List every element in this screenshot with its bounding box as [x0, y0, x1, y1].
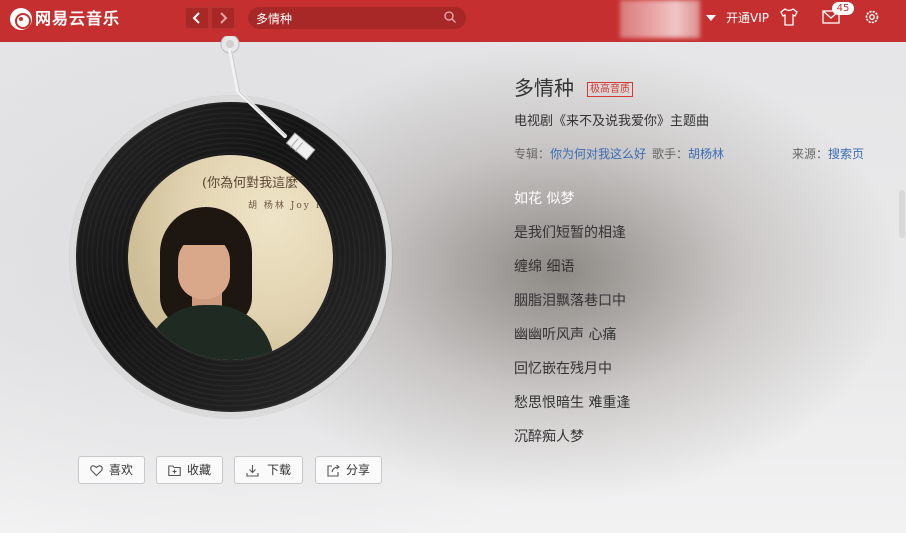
collect-label: 收藏 [187, 463, 212, 477]
like-label: 喜欢 [109, 463, 134, 477]
song-subtitle: 电视剧《来不及说我爱你》主题曲 [514, 114, 710, 129]
lyric-line-current: 如花 似梦 [514, 191, 575, 207]
cover-body [144, 305, 274, 360]
chevron-left-icon [192, 12, 200, 24]
download-icon [246, 465, 259, 477]
album-info: 专辑：你为何对我这么好 [514, 146, 646, 162]
netease-logo-icon[interactable] [10, 8, 32, 30]
download-label: 下载 [267, 463, 292, 477]
album-cover: (你為何對我這麼 胡 杨林 Joy Hu [128, 155, 333, 360]
download-button[interactable]: 下载 [234, 456, 303, 484]
cover-bangs [168, 215, 242, 245]
search-input[interactable] [256, 9, 436, 27]
avatar[interactable] [620, 0, 700, 38]
vip-link[interactable]: 开通VIP [726, 10, 769, 26]
chevron-right-icon [220, 12, 228, 24]
heart-icon [90, 465, 103, 477]
lyric-line: 回忆嵌在残月中 [514, 361, 612, 377]
artist-info: 歌手：胡杨林 [652, 146, 724, 162]
share-label: 分享 [346, 463, 371, 477]
lyric-line: 愁思恨暗生 难重逢 [514, 395, 631, 411]
search-box[interactable] [248, 7, 466, 29]
lyric-line: 沉醉痴人梦 [514, 429, 584, 445]
share-button[interactable]: 分享 [315, 456, 382, 484]
skin-icon[interactable] [779, 8, 799, 26]
lyric-line: 幽幽听风声 心痛 [514, 327, 617, 343]
lyric-line: 是我们短暂的相逢 [514, 225, 626, 241]
search-icon[interactable] [444, 11, 456, 23]
source-label: 来源： [792, 147, 829, 161]
folder-add-icon [168, 465, 181, 477]
collect-button[interactable]: 收藏 [156, 456, 223, 484]
tonearm [220, 36, 316, 161]
album-link[interactable]: 你为何对我这么好 [550, 147, 646, 161]
title-bar: 网易云音乐 开通VIP 45 [0, 0, 906, 42]
artist-link[interactable]: 胡杨林 [688, 147, 724, 161]
cover-subtitle: 胡 杨林 Joy Hu [248, 201, 333, 211]
app-title[interactable]: 网易云音乐 [35, 8, 120, 30]
album-label: 专辑： [514, 147, 551, 161]
artist-label: 歌手： [652, 147, 689, 161]
gear-icon[interactable] [864, 9, 880, 25]
song-title: 多情种 [514, 76, 574, 100]
like-button[interactable]: 喜欢 [78, 456, 145, 484]
scrollbar-thumb[interactable] [899, 190, 905, 238]
forward-button[interactable] [211, 7, 235, 29]
share-icon [327, 464, 340, 477]
back-button[interactable] [185, 7, 209, 29]
quality-badge[interactable]: 极高音质 [587, 82, 633, 97]
lyric-line: 缠绵 细语 [514, 259, 575, 275]
source-info: 来源：搜索页 [792, 146, 864, 162]
mail-badge: 45 [832, 2, 854, 15]
source-link[interactable]: 搜索页 [828, 147, 864, 161]
lyric-line: 胭脂泪飘落巷口中 [514, 293, 626, 309]
chevron-down-icon[interactable] [706, 15, 716, 21]
